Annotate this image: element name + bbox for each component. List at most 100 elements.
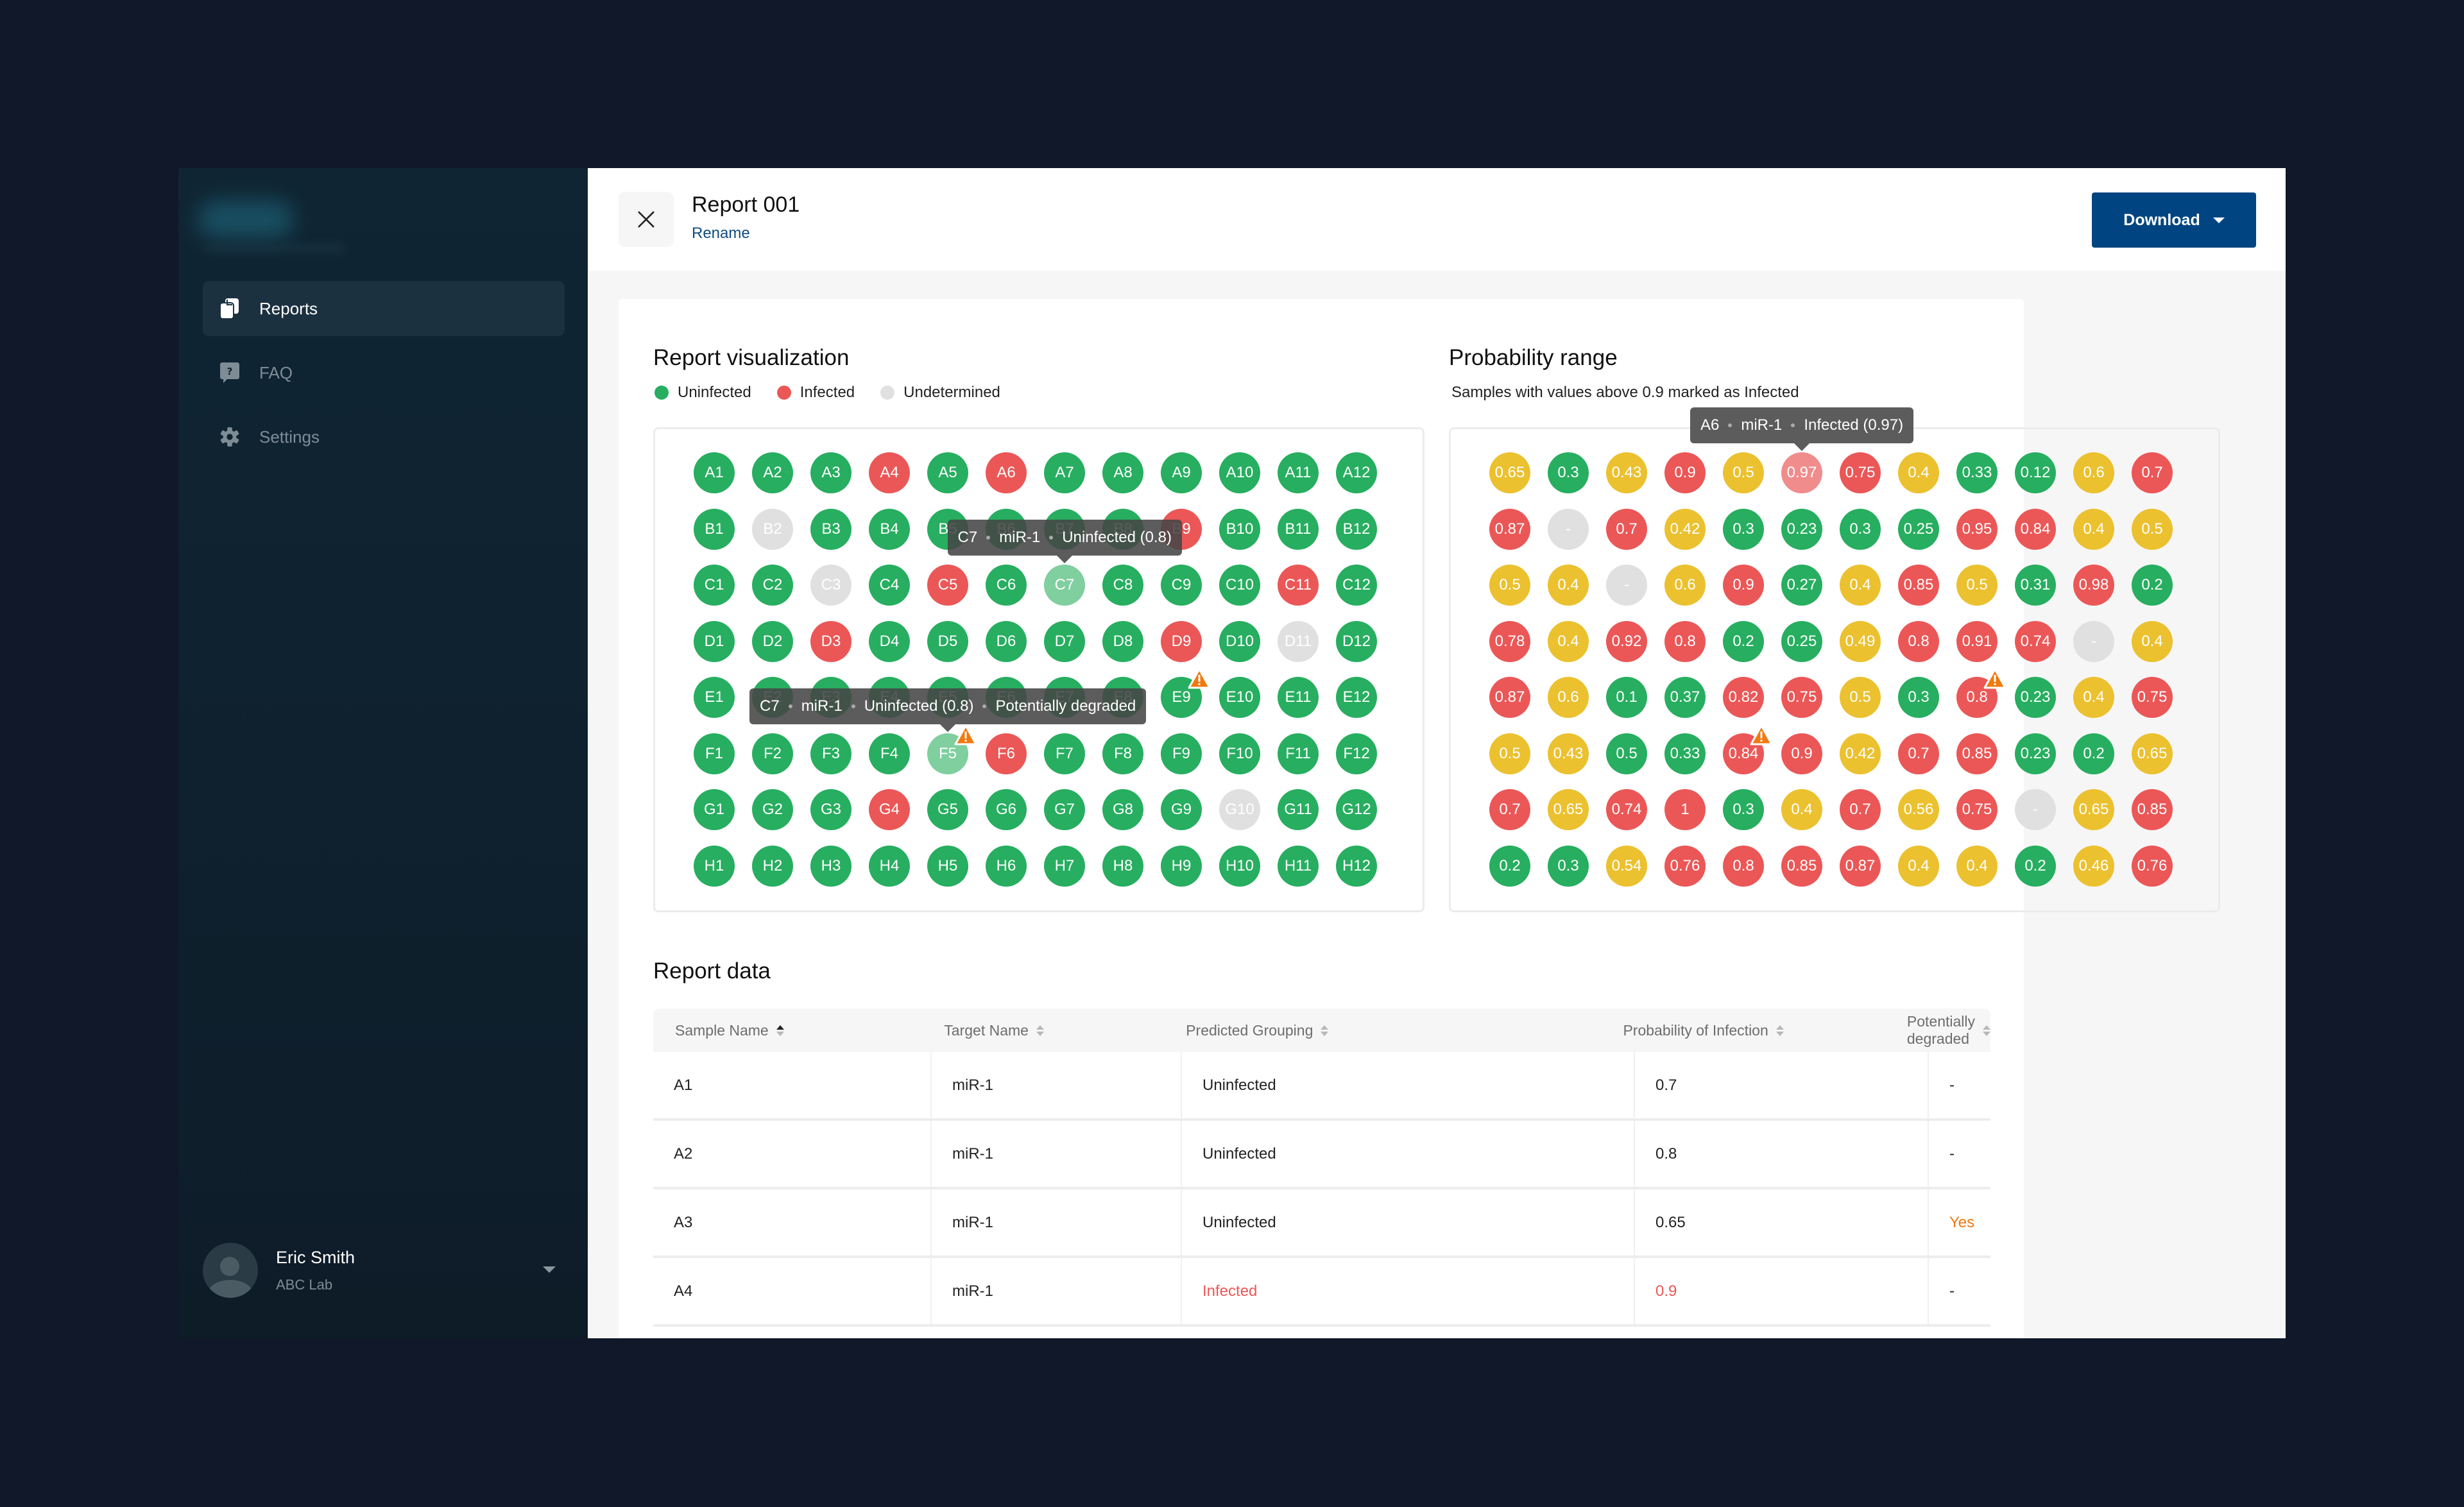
prob-well-H9[interactable]: 0.4	[1956, 845, 1998, 887]
column-header-probability-of-infection[interactable]: Probability of Infection	[1601, 1009, 1885, 1052]
prob-well-D12[interactable]: 0.4	[2132, 620, 2173, 662]
prob-well-C10[interactable]: 0.31	[2015, 565, 2056, 606]
prob-well-H7[interactable]: 0.87	[1840, 845, 1881, 887]
prob-well-E10[interactable]: 0.23	[2015, 677, 2056, 718]
well-G10[interactable]: G10	[1219, 789, 1260, 830]
well-C7[interactable]: C7	[1044, 565, 1085, 606]
well-C2[interactable]: C2	[752, 565, 793, 606]
well-A11[interactable]: A11	[1278, 452, 1319, 493]
user-menu[interactable]: Eric Smith ABC Lab	[203, 1241, 562, 1300]
prob-well-G2[interactable]: 0.65	[1548, 789, 1589, 830]
well-E10[interactable]: E10	[1219, 677, 1260, 718]
table-row[interactable]: A2 miR-1 Uninfected 0.8 -	[653, 1121, 1990, 1189]
prob-well-B1[interactable]: 0.87	[1489, 508, 1530, 550]
well-H9[interactable]: H9	[1161, 845, 1202, 887]
prob-well-F2[interactable]: 0.43	[1548, 733, 1589, 774]
prob-well-A9[interactable]: 0.33	[1956, 452, 1998, 493]
prob-well-E6[interactable]: 0.75	[1781, 677, 1822, 718]
well-B10[interactable]: B10	[1219, 508, 1260, 550]
prob-well-B12[interactable]: 0.5	[2132, 508, 2173, 550]
prob-well-C9[interactable]: 0.5	[1956, 565, 1998, 606]
prob-well-C7[interactable]: 0.4	[1840, 565, 1881, 606]
prob-well-B3[interactable]: 0.7	[1606, 508, 1647, 550]
well-G2[interactable]: G2	[752, 789, 793, 830]
prob-well-F3[interactable]: 0.5	[1606, 733, 1647, 774]
well-A3[interactable]: A3	[810, 452, 851, 493]
well-A9[interactable]: A9	[1161, 452, 1202, 493]
column-header-target-name[interactable]: Target Name	[922, 1009, 1164, 1052]
well-G8[interactable]: G8	[1102, 789, 1143, 830]
prob-well-H8[interactable]: 0.4	[1898, 845, 1939, 887]
prob-well-A6[interactable]: 0.97	[1781, 452, 1822, 493]
prob-well-B6[interactable]: 0.23	[1781, 508, 1822, 550]
table-row[interactable]: A4 miR-1 Infected 0.9 -	[653, 1258, 1990, 1327]
sidebar-item-reports[interactable]: Reports	[203, 281, 565, 336]
well-D4[interactable]: D4	[869, 620, 910, 662]
prob-well-G5[interactable]: 0.3	[1723, 789, 1764, 830]
well-G9[interactable]: G9	[1161, 789, 1202, 830]
prob-well-C11[interactable]: 0.98	[2073, 565, 2114, 606]
prob-well-E5[interactable]: 0.82	[1723, 677, 1764, 718]
well-C4[interactable]: C4	[869, 565, 910, 606]
well-C10[interactable]: C10	[1219, 565, 1260, 606]
well-A4[interactable]: A4	[869, 452, 910, 493]
well-G5[interactable]: G5	[927, 789, 968, 830]
well-E12[interactable]: E12	[1336, 677, 1377, 718]
prob-well-G1[interactable]: 0.7	[1489, 789, 1530, 830]
prob-well-A10[interactable]: 0.12	[2015, 452, 2056, 493]
prob-well-F7[interactable]: 0.42	[1840, 733, 1881, 774]
well-G7[interactable]: G7	[1044, 789, 1085, 830]
well-D1[interactable]: D1	[694, 620, 735, 662]
well-B12[interactable]: B12	[1336, 508, 1377, 550]
prob-well-G3[interactable]: 0.74	[1606, 789, 1647, 830]
prob-well-H11[interactable]: 0.46	[2073, 845, 2114, 887]
table-row[interactable]: A3 miR-1 Uninfected 0.65 Yes	[653, 1189, 1990, 1258]
well-D8[interactable]: D8	[1102, 620, 1143, 662]
prob-well-E4[interactable]: 0.37	[1664, 677, 1706, 718]
well-F4[interactable]: F4	[869, 733, 910, 774]
prob-well-B10[interactable]: 0.84	[2015, 508, 2056, 550]
well-F8[interactable]: F8	[1102, 733, 1143, 774]
well-G4[interactable]: G4	[869, 789, 910, 830]
well-B2[interactable]: B2	[752, 508, 793, 550]
prob-well-A3[interactable]: 0.43	[1606, 452, 1647, 493]
prob-well-G6[interactable]: 0.4	[1781, 789, 1822, 830]
prob-well-D6[interactable]: 0.25	[1781, 620, 1822, 662]
prob-well-E12[interactable]: 0.75	[2132, 677, 2173, 718]
prob-well-A1[interactable]: 0.65	[1489, 452, 1530, 493]
sort-icon[interactable]	[1036, 1025, 1044, 1036]
well-D6[interactable]: D6	[986, 620, 1027, 662]
prob-well-G9[interactable]: 0.75	[1956, 789, 1998, 830]
prob-well-D4[interactable]: 0.8	[1664, 620, 1706, 662]
well-F11[interactable]: F11	[1278, 733, 1319, 774]
prob-well-C6[interactable]: 0.27	[1781, 565, 1822, 606]
prob-well-A12[interactable]: 0.7	[2132, 452, 2173, 493]
prob-well-C5[interactable]: 0.9	[1723, 565, 1764, 606]
prob-well-D3[interactable]: 0.92	[1606, 620, 1647, 662]
well-F5[interactable]: F5	[927, 724, 977, 774]
prob-well-A7[interactable]: 0.75	[1840, 452, 1881, 493]
prob-well-E7[interactable]: 0.5	[1840, 677, 1881, 718]
prob-well-F5[interactable]: 0.84	[1723, 724, 1773, 774]
well-D5[interactable]: D5	[927, 620, 968, 662]
sort-icon[interactable]	[776, 1025, 784, 1036]
well-F3[interactable]: F3	[810, 733, 851, 774]
prob-well-H12[interactable]: 0.76	[2132, 845, 2173, 887]
prob-well-D1[interactable]: 0.78	[1489, 620, 1530, 662]
column-header-sample-name[interactable]: Sample Name	[653, 1009, 922, 1052]
well-H12[interactable]: H12	[1336, 845, 1377, 887]
prob-well-D5[interactable]: 0.2	[1723, 620, 1764, 662]
well-C12[interactable]: C12	[1336, 565, 1377, 606]
well-F9[interactable]: F9	[1161, 733, 1202, 774]
prob-well-E2[interactable]: 0.6	[1548, 677, 1589, 718]
sort-icon[interactable]	[1775, 1025, 1784, 1036]
prob-well-B9[interactable]: 0.95	[1956, 508, 1998, 550]
well-C1[interactable]: C1	[694, 565, 735, 606]
prob-well-G11[interactable]: 0.65	[2073, 789, 2114, 830]
prob-well-D7[interactable]: 0.49	[1840, 620, 1881, 662]
prob-well-H10[interactable]: 0.2	[2015, 845, 2056, 887]
well-H8[interactable]: H8	[1102, 845, 1143, 887]
prob-well-B4[interactable]: 0.42	[1664, 508, 1706, 550]
prob-well-F8[interactable]: 0.7	[1898, 733, 1939, 774]
well-G11[interactable]: G11	[1278, 789, 1319, 830]
